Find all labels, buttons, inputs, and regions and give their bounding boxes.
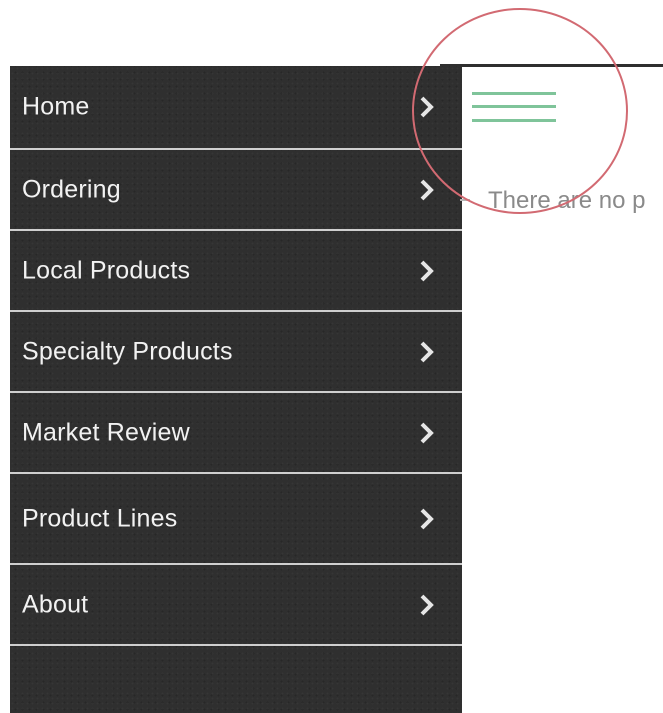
menu-item-home[interactable]: Home bbox=[10, 66, 462, 150]
menu-item-market-review[interactable]: Market Review bbox=[10, 393, 462, 474]
hamburger-bar bbox=[472, 92, 556, 95]
hamburger-menu-button[interactable] bbox=[472, 92, 558, 126]
empty-state-message: There are no p bbox=[488, 187, 646, 214]
menu-item-label: About bbox=[22, 590, 89, 618]
app-screen: Home Ordering Local Products Specialty P… bbox=[0, 0, 663, 713]
menu-item-product-lines[interactable]: Product Lines bbox=[10, 474, 462, 565]
menu-item-local-products[interactable]: Local Products bbox=[10, 231, 462, 312]
menu-item-label: Market Review bbox=[22, 418, 190, 446]
menu-item-label: Ordering bbox=[22, 175, 121, 203]
hamburger-bar bbox=[472, 105, 556, 108]
chevron-right-icon bbox=[420, 179, 434, 200]
menu-item-specialty-products[interactable]: Specialty Products bbox=[10, 312, 462, 393]
top-border-line bbox=[440, 64, 663, 67]
chevron-right-icon bbox=[420, 341, 434, 362]
menu-item-ordering[interactable]: Ordering bbox=[10, 150, 462, 231]
menu-item-label: Specialty Products bbox=[22, 337, 233, 365]
menu-item-label: Home bbox=[22, 92, 90, 121]
empty-state-marker bbox=[460, 199, 470, 201]
menu-item-label: Product Lines bbox=[22, 504, 178, 532]
menu-item-label: Local Products bbox=[22, 256, 191, 284]
chevron-right-icon bbox=[420, 508, 434, 529]
chevron-right-icon bbox=[420, 96, 434, 118]
chevron-right-icon bbox=[420, 594, 434, 615]
chevron-right-icon bbox=[420, 260, 434, 281]
menu-item-about[interactable]: About bbox=[10, 565, 462, 646]
chevron-right-icon bbox=[420, 422, 434, 443]
navigation-drawer: Home Ordering Local Products Specialty P… bbox=[10, 66, 462, 713]
hamburger-bar bbox=[472, 119, 556, 122]
